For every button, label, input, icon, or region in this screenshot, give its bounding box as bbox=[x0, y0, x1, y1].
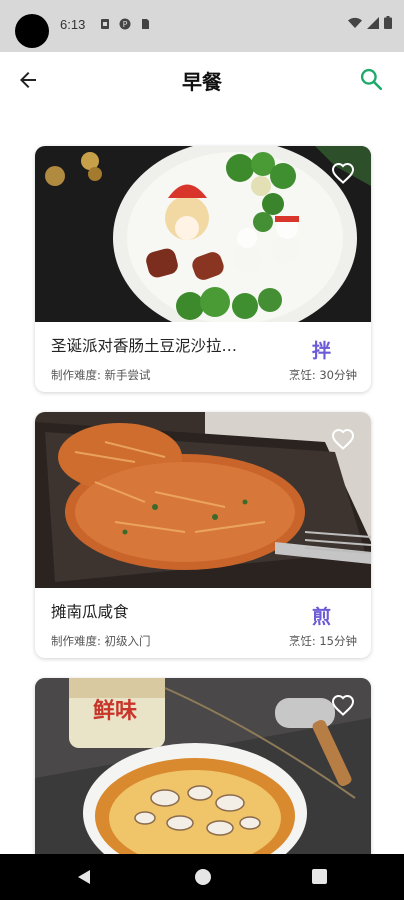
cook-time-label: 烹饪: 30分钟 bbox=[288, 368, 357, 382]
heart-outline-icon[interactable] bbox=[331, 428, 355, 452]
recipe-card[interactable]: 摊南瓜咸食 煎 制作难度: 初级入门 烹饪: 15分钟 bbox=[35, 412, 371, 658]
heart-outline-icon[interactable] bbox=[331, 694, 355, 718]
recipe-card[interactable]: 鲜味 bbox=[35, 678, 371, 854]
status-icons-left: P bbox=[99, 18, 151, 30]
p-icon: P bbox=[119, 18, 131, 30]
system-nav-bar bbox=[0, 854, 404, 900]
package-text: 鲜味 bbox=[93, 699, 137, 724]
recipe-info: 摊南瓜咸食 煎 制作难度: 初级入门 烹饪: 15分钟 bbox=[35, 588, 371, 658]
battery-icon bbox=[384, 16, 392, 29]
difficulty-label: 制作难度: 初级入门 bbox=[51, 634, 151, 648]
recipe-image[interactable] bbox=[35, 146, 371, 322]
sim-icon bbox=[101, 19, 109, 29]
recipe-info: 圣诞派对香肠土豆泥沙拉… 拌 制作难度: 新手尝试 烹饪: 30分钟 bbox=[35, 322, 371, 392]
cooking-method: 拌 bbox=[311, 340, 331, 362]
svg-text:P: P bbox=[123, 20, 128, 29]
heart-outline-icon[interactable] bbox=[331, 162, 355, 186]
recipe-list[interactable]: 圣诞派对香肠土豆泥沙拉… 拌 制作难度: 新手尝试 烹饪: 30分钟 摊南瓜咸食… bbox=[0, 108, 404, 854]
nav-recent-icon[interactable] bbox=[312, 869, 327, 884]
cook-time-label: 烹饪: 15分钟 bbox=[288, 634, 357, 648]
camera-cutout bbox=[15, 14, 49, 48]
recipe-title: 圣诞派对香肠土豆泥沙拉… bbox=[51, 337, 238, 355]
wifi-icon bbox=[348, 17, 362, 28]
status-icons-right bbox=[348, 16, 392, 29]
recipe-image[interactable]: 鲜味 bbox=[35, 678, 371, 854]
status-bar: 6:13 P bbox=[0, 0, 404, 52]
difficulty-label: 制作难度: 新手尝试 bbox=[51, 368, 151, 382]
mushroom-egg-custard-photo: 鲜味 bbox=[35, 678, 371, 854]
page-title: 早餐 bbox=[182, 70, 222, 94]
app-header: 早餐 bbox=[0, 52, 404, 108]
recipe-card[interactable]: 圣诞派对香肠土豆泥沙拉… 拌 制作难度: 新手尝试 烹饪: 30分钟 bbox=[35, 146, 371, 392]
nav-home-icon[interactable] bbox=[195, 869, 211, 885]
search-icon[interactable] bbox=[358, 66, 384, 92]
recipe-title: 摊南瓜咸食 bbox=[51, 603, 129, 621]
signal-icon bbox=[367, 16, 379, 29]
cooking-method: 煎 bbox=[311, 606, 331, 628]
nav-back-icon[interactable] bbox=[76, 869, 92, 885]
pumpkin-pancake-photo bbox=[35, 412, 371, 588]
status-time: 6:13 bbox=[60, 17, 86, 32]
recipe-image[interactable] bbox=[35, 412, 371, 588]
christmas-salad-photo bbox=[35, 146, 371, 322]
sd-card-icon bbox=[142, 19, 149, 29]
